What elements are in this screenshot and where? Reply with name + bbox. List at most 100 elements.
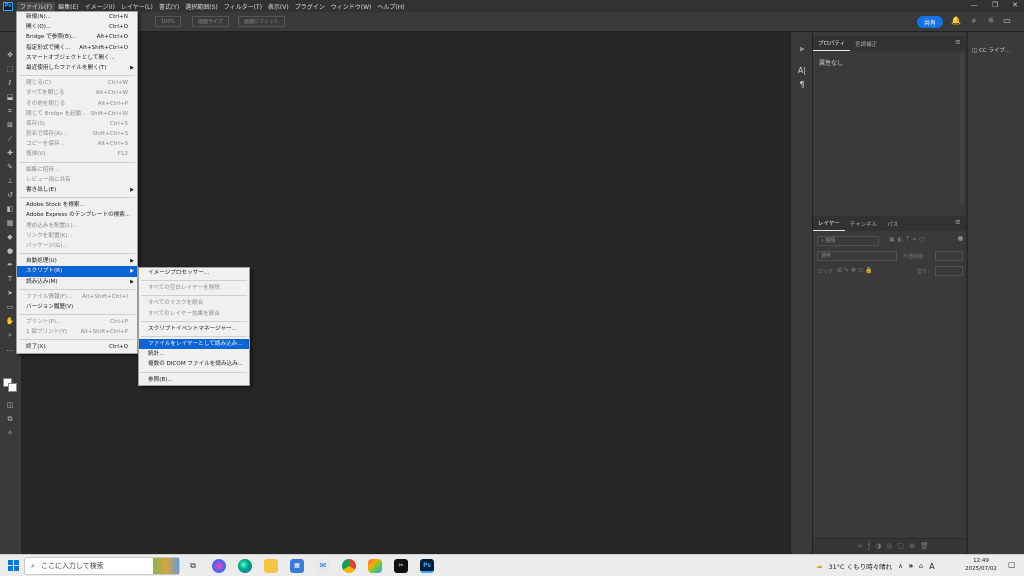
frame-tool-icon[interactable]: ⊠ — [4, 120, 16, 130]
menu-filter[interactable]: フィルター(T) — [221, 2, 265, 11]
menu-view[interactable]: 表示(V) — [265, 2, 292, 11]
taskbar-search-box[interactable]: ⌕ ここに入力して検索 — [24, 557, 180, 575]
menu-help[interactable]: ヘルプ(H) — [374, 2, 407, 11]
zoom-tool-icon[interactable]: ⌕ — [4, 330, 16, 340]
photoshop-taskbar-icon[interactable]: Ps — [420, 559, 434, 573]
eyedropper-tool-icon[interactable]: ⁄ — [4, 134, 16, 144]
windows-start-icon[interactable] — [8, 560, 19, 571]
brush-tool-icon[interactable]: ✎ — [4, 162, 16, 172]
script-menu-item[interactable]: イメージプロセッサー... — [139, 268, 249, 278]
tray-overflow-icon[interactable]: ∧ — [898, 562, 903, 570]
marquee-tool-icon[interactable]: ⬚ — [4, 64, 16, 74]
chrome-icon[interactable] — [342, 559, 356, 573]
eraser-tool-icon[interactable]: ◧ — [4, 204, 16, 214]
photos-icon[interactable] — [368, 559, 382, 573]
menu-layer[interactable]: レイヤー(L) — [118, 2, 156, 11]
menu-edit[interactable]: 編集(E) — [55, 2, 81, 11]
menu-window[interactable]: ウィンドウ(W) — [328, 2, 375, 11]
object-select-tool-icon[interactable]: ⬓ — [4, 92, 16, 102]
bell-icon[interactable]: 🔔 — [951, 16, 961, 26]
script-menu-item[interactable]: 複数の DICOM ファイルを読み込み... — [139, 359, 249, 369]
file-menu-item[interactable]: スクリプト(R) ▶ — [17, 266, 137, 277]
menu-image[interactable]: イメージ(I) — [82, 2, 118, 11]
file-menu-item[interactable]: Bridge で参照(B)... Alt+Ctrl+O — [17, 32, 137, 42]
tab-adjustments[interactable]: 色調補正 — [850, 40, 882, 51]
search-icon[interactable]: ⌕ — [969, 16, 979, 26]
menu-type[interactable]: 書式(Y) — [156, 2, 182, 11]
file-menu-item[interactable]: 新規(N)... Ctrl+N — [17, 12, 137, 22]
speaker-icon[interactable]: 🕪 — [909, 562, 913, 571]
photoshop-logo-icon[interactable]: Ps — [3, 1, 13, 11]
fit-screen-button[interactable]: 画面サイズ — [192, 16, 229, 27]
file-explorer-icon[interactable] — [264, 559, 278, 573]
properties-scrollbar[interactable] — [960, 54, 964, 204]
copilot-icon[interactable] — [212, 559, 226, 573]
generative-fill-icon[interactable]: ✧ — [4, 428, 16, 438]
file-menu-item[interactable]: バージョン履歴(V) — [17, 302, 137, 312]
file-menu-item[interactable]: スマートオブジェクトとして開く... — [17, 53, 137, 63]
share-button[interactable]: 共有 — [917, 16, 943, 28]
more-tools-icon[interactable]: … — [4, 344, 16, 354]
crop-tool-icon[interactable]: ⌗ — [4, 106, 16, 116]
menu-plugins[interactable]: プラグイン — [292, 2, 328, 11]
cc-libraries-tab[interactable]: ◫ CC ライブ... — [972, 46, 1010, 54]
capcut-icon[interactable]: ✂ — [394, 559, 408, 573]
restore-icon[interactable]: ❐ — [992, 1, 998, 9]
file-menu-item[interactable]: 最近使用したファイルを開く(T) ▶ — [17, 63, 137, 73]
ime-indicator[interactable]: A — [929, 562, 934, 571]
tab-channels[interactable]: チャンネル — [845, 220, 882, 231]
notification-icon[interactable]: ▢ — [1008, 560, 1016, 569]
script-menu-item[interactable]: 参照(B)... — [139, 375, 249, 385]
minimize-icon[interactable]: — — [971, 1, 978, 9]
filter-toggle-icon[interactable] — [958, 236, 963, 241]
store-icon[interactable]: ▦ — [290, 559, 304, 573]
tab-layers[interactable]: レイヤー — [813, 219, 845, 231]
properties-panel-icon[interactable]: ⫸ — [797, 44, 807, 54]
menu-select[interactable]: 選択範囲(S) — [182, 2, 221, 11]
blend-mode-dropdown[interactable]: 通常 — [817, 251, 897, 261]
panel-menu-icon[interactable]: ≡ — [955, 38, 961, 46]
stamp-tool-icon[interactable]: ⊥ — [4, 176, 16, 186]
pen-tool-icon[interactable]: ✒ — [4, 260, 16, 270]
tab-properties[interactable]: プロパティ — [813, 39, 851, 51]
healing-tool-icon[interactable]: ✚ — [4, 148, 16, 158]
background-color-swatch[interactable] — [8, 383, 17, 392]
zoom-100-button[interactable]: 100% — [155, 16, 182, 27]
move-tool-icon[interactable]: ✥ — [4, 50, 16, 60]
quick-mask-icon[interactable]: ◫ — [4, 400, 16, 410]
file-menu-item[interactable]: 書き出し(E) ▶ — [17, 185, 137, 195]
file-menu-item[interactable]: 開く(O)... Ctrl+O — [17, 22, 137, 32]
lightbulb-icon[interactable]: ☼ — [986, 16, 996, 26]
fill-screen-button[interactable]: 画面にフィット — [238, 16, 285, 27]
character-panel-icon[interactable]: A| — [797, 66, 807, 75]
file-menu-item[interactable]: 自動処理(U) ▶ — [17, 256, 137, 266]
weather-text[interactable]: 31°C くもり時々晴れ — [829, 561, 893, 571]
layer-filter-dropdown[interactable]: ⌕ 種類 — [817, 236, 879, 246]
fill-field[interactable] — [935, 266, 963, 276]
mail-icon[interactable]: ✉ — [316, 559, 330, 573]
layers-footer-icons[interactable]: ∞ƒ◑◎▢⊕🗑 — [857, 542, 934, 550]
network-icon[interactable]: ⌂ — [919, 562, 923, 570]
task-view-icon[interactable]: ⧉ — [186, 559, 200, 573]
script-menu-item[interactable]: スクリプトイベントマネージャー... — [139, 324, 249, 334]
dodge-tool-icon[interactable]: ● — [4, 246, 16, 256]
type-tool-icon[interactable]: T — [4, 274, 16, 284]
gradient-tool-icon[interactable]: ▦ — [4, 218, 16, 228]
tab-paths[interactable]: パス — [882, 220, 903, 231]
script-menu-item[interactable]: 統計... — [139, 349, 249, 359]
paragraph-panel-icon[interactable]: ¶ — [797, 80, 807, 89]
close-icon[interactable]: ✕ — [1012, 1, 1018, 9]
lock-icons[interactable]: ⊞✎✥⊡🔒 — [837, 267, 875, 274]
opacity-field[interactable] — [935, 251, 963, 261]
file-menu-item[interactable]: Adobe Stock を検索... — [17, 200, 137, 210]
script-menu-item[interactable]: ファイルをレイヤーとして読み込み... — [139, 338, 249, 350]
menu-file[interactable]: ファイル(F) — [17, 1, 56, 11]
layers-panel-menu-icon[interactable]: ≡ — [955, 218, 961, 226]
file-menu-item[interactable]: Adobe Express のテンプレートの検索... — [17, 210, 137, 220]
screen-mode-icon[interactable]: ⧉ — [4, 414, 16, 424]
edge-browser-icon[interactable] — [238, 559, 252, 573]
file-menu-item[interactable]: 終了(X) Ctrl+Q — [17, 342, 137, 352]
layer-filter-icons[interactable]: ▣◐T⌗▢ — [889, 236, 928, 244]
hand-tool-icon[interactable]: ✋ — [4, 316, 16, 326]
workspace-icon[interactable]: ▭ — [1002, 16, 1012, 26]
